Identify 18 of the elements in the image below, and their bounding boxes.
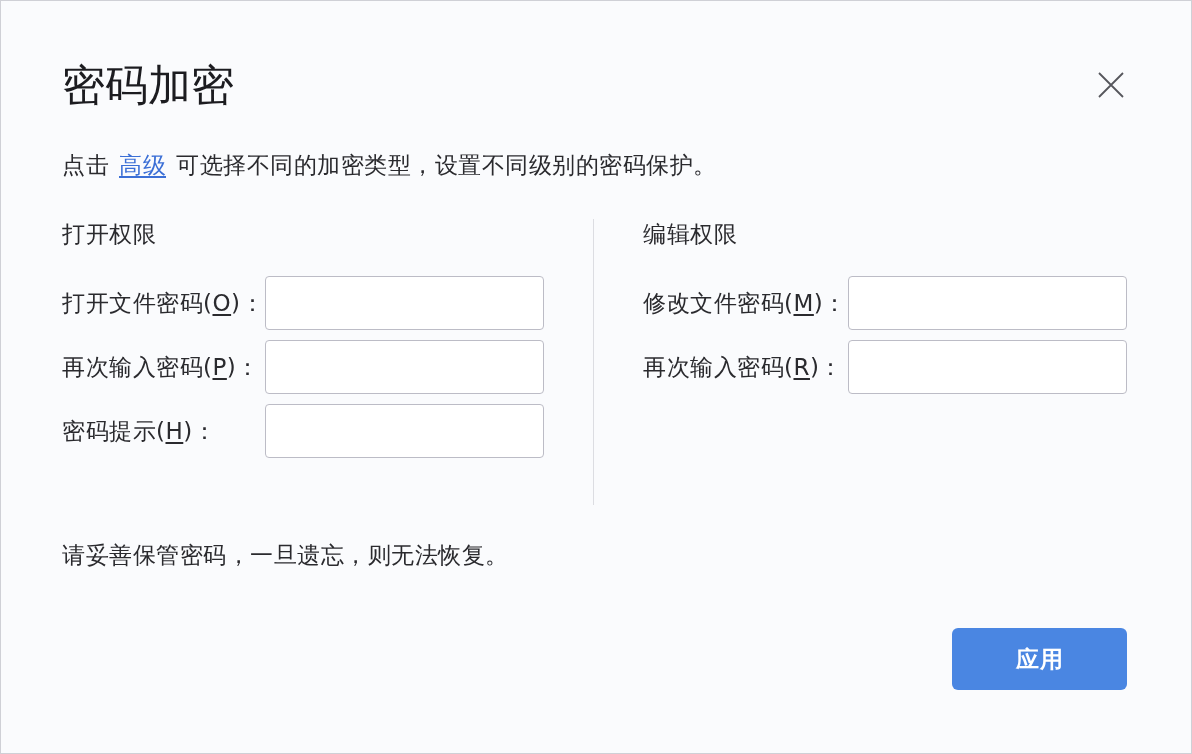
- field-label: 打开文件密码(O)：: [62, 289, 265, 318]
- input-field[interactable]: [265, 340, 544, 394]
- field-label: 修改文件密码(M)：: [643, 289, 848, 318]
- dialog-title: 密码加密: [62, 59, 234, 111]
- note-text: 请妥善保管密码，一旦遗忘，则无法恢复。: [62, 541, 510, 570]
- field-label: 再次输入密码(P)：: [62, 353, 261, 382]
- section-heading: 编辑权限: [643, 220, 738, 249]
- description-text: 点击 高级 可选择不同的加密类型，设置不同级别的密码保护。: [62, 151, 718, 180]
- input-field[interactable]: [265, 404, 544, 458]
- section-heading: 打开权限: [62, 220, 157, 249]
- field-label: 再次输入密码(R)：: [643, 353, 844, 382]
- field-label: 密码提示(H)：: [62, 417, 218, 446]
- apply-button[interactable]: 应用: [952, 628, 1127, 690]
- input-field[interactable]: [848, 340, 1127, 394]
- close-icon[interactable]: [1098, 72, 1124, 98]
- advanced-link[interactable]: 高级: [119, 152, 166, 178]
- input-field[interactable]: [265, 276, 544, 330]
- input-field[interactable]: [848, 276, 1127, 330]
